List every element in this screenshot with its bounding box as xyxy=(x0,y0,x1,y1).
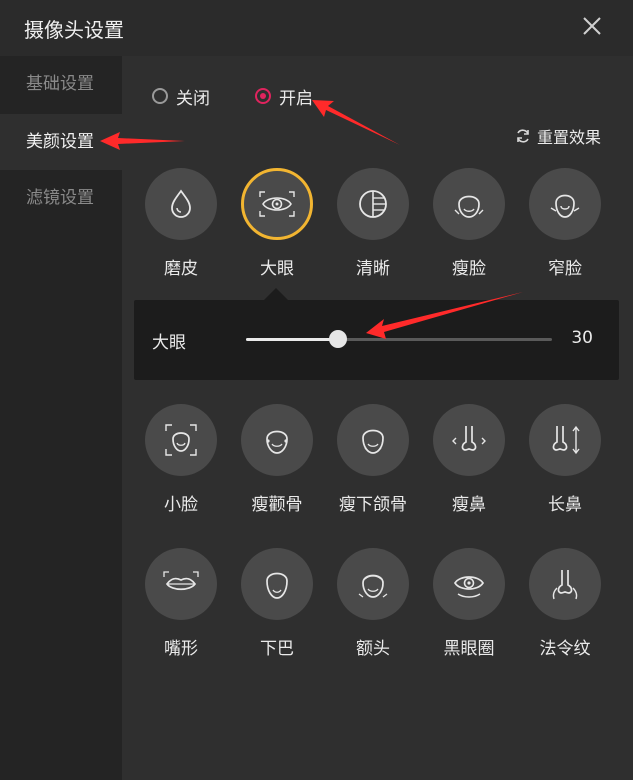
effect-label: 窄脸 xyxy=(548,259,582,279)
sidebar: 基础设置 美颜设置 滤镜设置 xyxy=(0,56,122,780)
effect-label: 瘦鼻 xyxy=(452,495,486,515)
effect-circle xyxy=(433,168,505,240)
effect-tile-small-face[interactable]: 小脸 xyxy=(144,404,218,515)
nasolabial-icon xyxy=(552,570,578,600)
reset-effects-label: 重置效果 xyxy=(536,128,601,147)
effect-tile-mouth[interactable]: 嘴形 xyxy=(144,548,218,659)
effect-tile-nasolabial[interactable]: 法令纹 xyxy=(528,548,602,659)
refresh-icon xyxy=(517,129,529,143)
slider-value: 30 xyxy=(571,328,593,348)
effect-circle xyxy=(337,404,409,476)
radio-off-label: 关闭 xyxy=(176,88,210,109)
beauty-settings-panel: 关闭 开启 重置效果 磨皮 大眼 清晰 瘦脸 窄脸 大眼 30 小脸 瘦颧骨 瘦… xyxy=(122,56,633,780)
big-eye-slider[interactable] xyxy=(246,330,552,348)
effect-tile-clarity[interactable]: 清晰 xyxy=(336,168,410,279)
mouth-icon xyxy=(163,571,199,591)
effect-circle xyxy=(337,548,409,620)
effect-circle xyxy=(145,168,217,240)
effect-tile-cheekbone[interactable]: 瘦颧骨 xyxy=(240,404,314,515)
effect-label: 清晰 xyxy=(356,259,390,279)
eye-focus-icon xyxy=(259,191,295,217)
nose-icon xyxy=(452,426,486,451)
effect-tile-smooth[interactable]: 磨皮 xyxy=(144,168,218,279)
effect-circle xyxy=(433,404,505,476)
effect-label: 法令纹 xyxy=(539,639,591,659)
effect-circle xyxy=(337,168,409,240)
long-nose-icon xyxy=(552,425,580,455)
effect-circle xyxy=(241,168,313,240)
effect-tile-narrow-face[interactable]: 窄脸 xyxy=(528,168,602,279)
effect-label: 大眼 xyxy=(260,259,294,279)
effect-tile-dark-circles[interactable]: 黑眼圈 xyxy=(432,548,506,659)
effect-circle xyxy=(145,404,217,476)
effect-circle xyxy=(241,548,313,620)
radio-on-label: 开启 xyxy=(279,88,313,109)
sidebar-item-basic[interactable]: 基础设置 xyxy=(0,56,122,112)
effect-circle xyxy=(529,548,601,620)
radio-on-indicator xyxy=(255,88,271,104)
effect-tile-forehead[interactable]: 额头 xyxy=(336,548,410,659)
effect-label: 下巴 xyxy=(260,639,294,659)
effect-label: 小脸 xyxy=(164,495,198,515)
reset-effects-button[interactable]: 重置效果 xyxy=(515,124,601,148)
effect-label: 黑眼圈 xyxy=(443,639,495,659)
effect-label: 瘦脸 xyxy=(452,259,486,279)
radio-off[interactable]: 关闭 xyxy=(152,84,210,109)
slider-fill xyxy=(246,338,338,341)
effect-circle xyxy=(529,168,601,240)
effect-circle xyxy=(145,548,217,620)
effect-label: 磨皮 xyxy=(164,259,198,279)
sidebar-item-beauty[interactable]: 美颜设置 xyxy=(0,114,122,170)
effect-label: 瘦颧骨 xyxy=(251,495,303,515)
sidebar-item-filter[interactable]: 滤镜设置 xyxy=(0,170,122,226)
window-title: 摄像头设置 xyxy=(24,18,124,42)
effect-circle xyxy=(241,404,313,476)
effect-tile-slim-nose[interactable]: 瘦鼻 xyxy=(432,404,506,515)
forehead-icon xyxy=(358,574,388,598)
effect-tile-slim-face[interactable]: 瘦脸 xyxy=(432,168,506,279)
effect-tile-long-nose[interactable]: 长鼻 xyxy=(528,404,602,515)
effect-circle xyxy=(529,404,601,476)
cheekbone-icon xyxy=(266,430,288,454)
effect-label: 额头 xyxy=(356,639,390,659)
radio-on[interactable]: 开启 xyxy=(255,84,313,109)
effect-tile-chin[interactable]: 下巴 xyxy=(240,548,314,659)
effect-label: 瘦下颌骨 xyxy=(339,495,407,515)
effect-tile-jaw[interactable]: 瘦下颌骨 xyxy=(336,404,410,515)
effect-label: 长鼻 xyxy=(548,495,582,515)
effect-tile-big-eye[interactable]: 大眼 xyxy=(240,168,314,279)
radio-off-indicator xyxy=(152,88,168,104)
eye-circle-icon xyxy=(453,576,485,598)
camera-settings-window: 摄像头设置 基础设置 美颜设置 滤镜设置 关闭 开启 重置效果 磨皮 大眼 清晰… xyxy=(0,0,633,780)
chin-icon xyxy=(266,572,288,599)
clarity-icon xyxy=(359,190,387,218)
slider-label: 大眼 xyxy=(152,333,186,353)
close-icon[interactable] xyxy=(581,15,603,37)
narrow-face-icon xyxy=(550,194,580,218)
effect-label: 嘴形 xyxy=(164,639,198,659)
slim-face-icon xyxy=(454,195,484,218)
jaw-icon xyxy=(362,429,384,454)
small-face-icon xyxy=(165,424,197,456)
slider-thumb[interactable] xyxy=(328,330,347,348)
effect-circle xyxy=(433,548,505,620)
big-eye-slider-panel: 大眼 30 xyxy=(134,288,619,380)
drop-icon xyxy=(171,189,191,218)
title-bar: 摄像头设置 xyxy=(0,0,633,56)
